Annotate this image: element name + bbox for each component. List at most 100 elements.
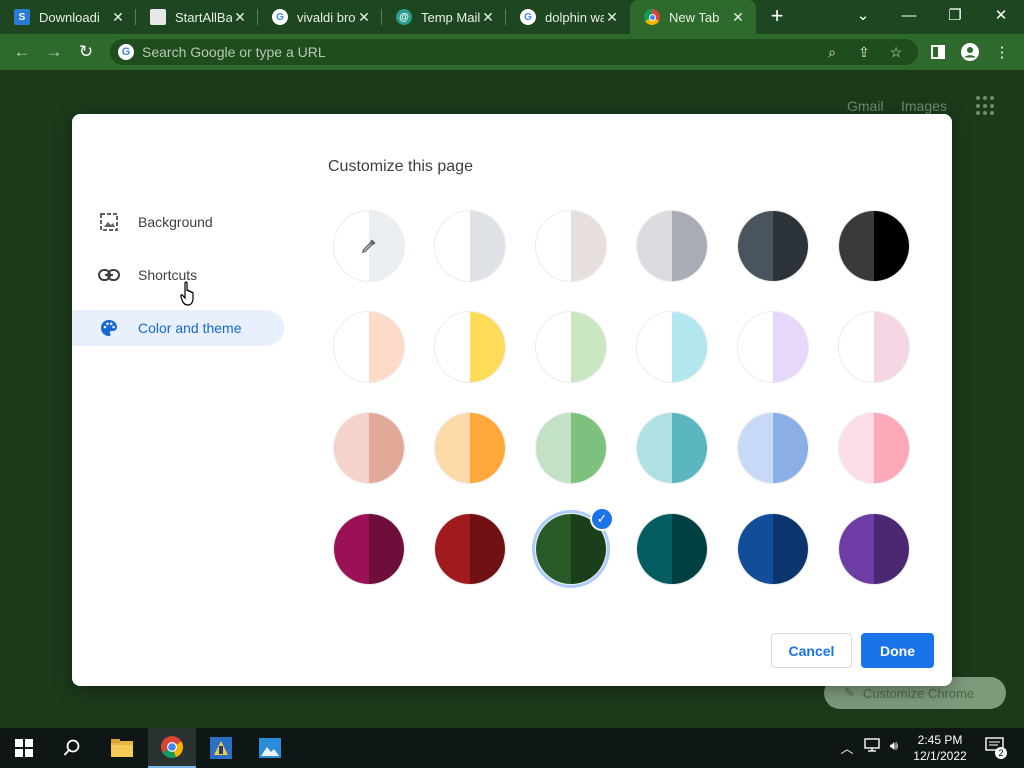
color-swatch[interactable] [636,311,708,383]
minimize-button[interactable]: — [886,0,932,30]
back-button[interactable]: ← [10,40,34,64]
swatch-right-half [470,413,505,483]
swatch-right-half [672,514,707,584]
tab-search-icon[interactable]: ⌄ [840,0,886,30]
app-icon [210,737,232,759]
color-swatch[interactable] [737,311,809,383]
close-tab-icon[interactable]: ✕ [604,9,620,25]
swatch-left-half [334,514,369,584]
forward-button[interactable]: → [42,40,66,64]
swatch-circle [333,513,405,585]
swatch-right-half [773,514,808,584]
close-tab-icon[interactable]: ✕ [480,9,496,25]
profile-avatar-icon[interactable] [960,42,980,62]
color-swatch[interactable] [636,210,708,282]
browser-tab[interactable]: New Tab ✕ [630,0,756,34]
color-swatch[interactable] [434,412,506,484]
link-icon [98,264,120,286]
color-swatch[interactable] [333,412,405,484]
gmail-link[interactable]: Gmail [847,98,884,114]
swatch-right-half [571,413,606,483]
color-swatch[interactable] [434,513,506,585]
close-tab-icon[interactable]: ✕ [232,9,248,25]
color-swatch[interactable]: ✓ [532,507,614,588]
color-swatch[interactable] [535,412,607,484]
swatch-circle [737,412,809,484]
taskbar-file-explorer[interactable] [98,728,146,768]
custom-color-swatch[interactable] [333,210,405,282]
volume-icon[interactable]: 🔊︎ [884,738,904,754]
tab-title: dolphin wa [545,9,604,25]
browser-tab[interactable]: Gdolphin wa ✕ [506,0,630,34]
color-swatch[interactable] [333,311,405,383]
done-button[interactable]: Done [861,633,934,668]
nav-item-color-and-theme[interactable]: Color and theme [72,310,284,346]
customize-dialog: Customize this page Background Shortcuts… [72,114,952,686]
swatch-circle [535,311,607,383]
swatch-left-half [637,312,672,382]
downloads-site-icon: S [14,9,30,25]
color-swatch[interactable] [636,513,708,585]
images-link[interactable]: Images [901,98,947,114]
color-swatch[interactable] [737,210,809,282]
close-window-button[interactable]: ✕ [978,0,1024,30]
network-icon[interactable] [862,738,882,755]
google-apps-icon[interactable] [976,96,996,116]
close-tab-icon[interactable]: ✕ [110,9,126,25]
swatch-circle [838,210,910,282]
taskbar-photos[interactable] [246,728,294,768]
bookmark-star-icon[interactable]: ☆ [886,42,906,62]
nav-item-shortcuts[interactable]: Shortcuts [72,257,284,293]
swatch-right-half [672,211,707,281]
swatch-circle [838,311,910,383]
tab-title: Downloadi [39,9,100,25]
cancel-button[interactable]: Cancel [771,633,852,668]
color-swatch[interactable] [535,210,607,282]
swatch-circle [434,412,506,484]
swatch-right-half [470,514,505,584]
new-tab-button[interactable]: + [766,5,788,28]
color-swatch[interactable] [434,210,506,282]
color-swatch[interactable] [838,311,910,383]
browser-tab[interactable]: S Downloadi ✕ [0,0,136,34]
browser-tab[interactable]: @ Temp Mail ✕ [382,0,506,34]
swatch-left-half [536,211,571,281]
color-swatch[interactable] [333,513,405,585]
swatch-circle [434,513,506,585]
color-swatch[interactable] [838,412,910,484]
action-center-button[interactable]: 2 [983,737,1007,759]
browser-tab[interactable]: Gvivaldi brov ✕ [258,0,382,34]
search-icon [63,739,80,756]
zoom-icon[interactable]: ⌕ [822,42,842,62]
show-hidden-icons-icon[interactable]: ︿ [837,738,857,757]
more-menu-icon[interactable]: ⋮ [992,42,1012,62]
restore-button[interactable]: ❐ [932,0,978,30]
close-tab-icon[interactable]: ✕ [730,9,746,25]
taskbar-chrome[interactable] [148,728,196,768]
swatch-right-half [672,413,707,483]
eyedropper-icon [334,211,404,281]
startallback-icon [150,9,166,25]
swatch-right-half [369,413,404,483]
search-button[interactable] [48,728,96,768]
color-swatch[interactable] [434,311,506,383]
taskbar-app[interactable] [197,728,245,768]
color-swatch[interactable] [737,513,809,585]
start-button[interactable] [0,728,48,768]
color-swatch[interactable] [838,513,910,585]
reload-button[interactable]: ↻ [74,40,98,64]
color-swatch[interactable] [838,210,910,282]
side-panel-icon[interactable] [928,42,948,62]
taskbar-clock[interactable]: 2:45 PM 12/1/2022 [912,732,968,764]
swatch-left-half [637,211,672,281]
close-tab-icon[interactable]: ✕ [356,9,372,25]
browser-tab[interactable]: StartAllBack✕ [136,0,258,34]
nav-item-background[interactable]: Background [72,204,284,240]
color-swatch[interactable] [636,412,708,484]
google-icon: G [118,44,134,60]
address-bar[interactable]: G Search Google or type a URL ⌕ ⇪ ☆ [110,39,918,65]
color-swatch[interactable] [535,311,607,383]
color-swatch[interactable] [737,412,809,484]
swatch-circle [636,513,708,585]
share-icon[interactable]: ⇪ [854,42,874,62]
